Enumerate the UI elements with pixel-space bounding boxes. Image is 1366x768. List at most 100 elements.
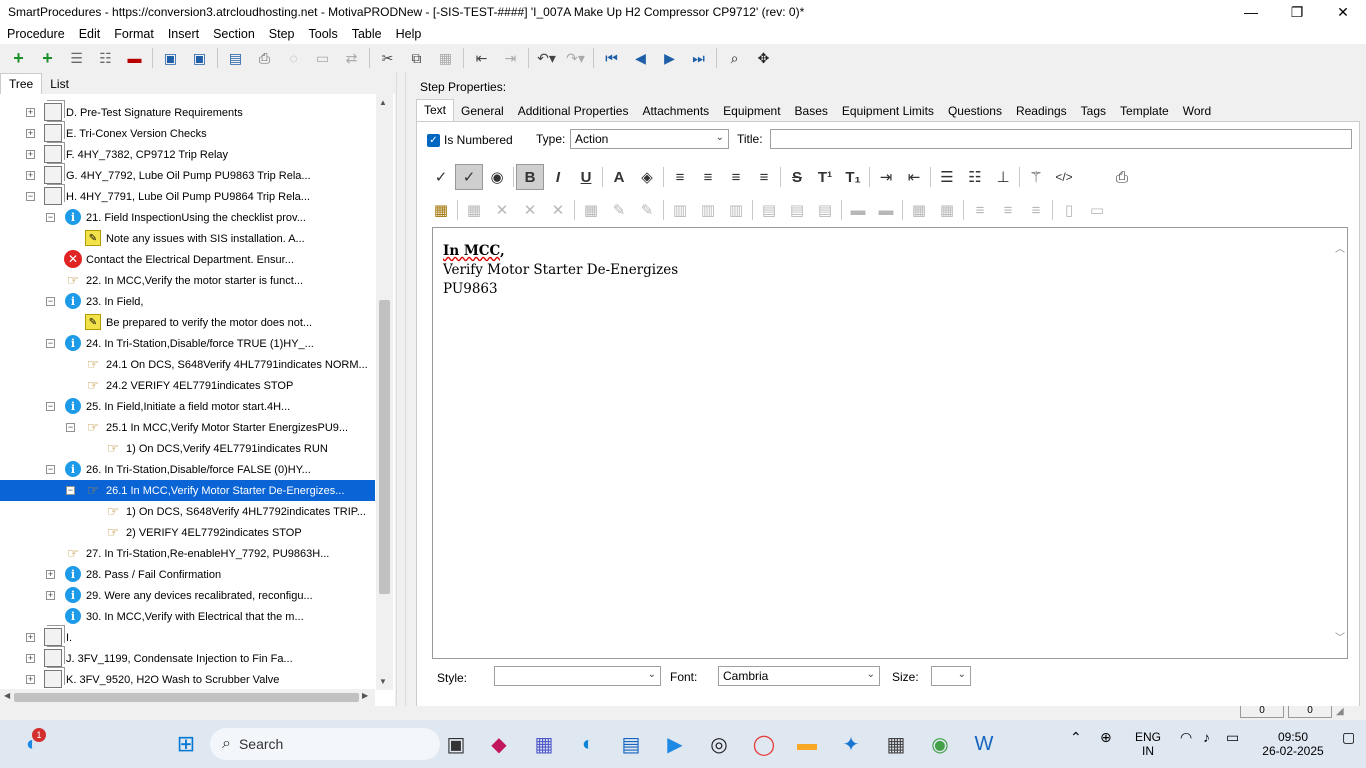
smartprocedures-icon[interactable]: ✦ bbox=[835, 728, 867, 760]
task-view-icon[interactable]: ▣ bbox=[440, 728, 472, 760]
increase-indent-icon[interactable]: ⇥ bbox=[872, 164, 900, 190]
cut-icon[interactable]: ✂ bbox=[373, 45, 402, 71]
tab-questions[interactable]: Questions bbox=[941, 101, 1009, 121]
copilot-icon[interactable]: ◆ bbox=[483, 728, 515, 760]
expand-icon[interactable]: + bbox=[26, 129, 35, 138]
close-button[interactable]: ✕ bbox=[1320, 0, 1366, 24]
bold-icon[interactable]: B bbox=[516, 164, 544, 190]
language-indicator[interactable]: ENG IN bbox=[1135, 730, 1161, 758]
menu-format[interactable]: Format bbox=[107, 27, 161, 41]
tab-list[interactable]: List bbox=[42, 74, 77, 94]
tab-text[interactable]: Text bbox=[416, 99, 455, 121]
step-text-editor[interactable]: In MCC, Verify Motor Starter De-Energize… bbox=[432, 227, 1348, 659]
collapse-icon[interactable]: − bbox=[46, 465, 55, 474]
font-select[interactable]: Cambria ⌄ bbox=[718, 666, 880, 686]
scroll-left-icon[interactable]: ◀ bbox=[4, 691, 10, 700]
subscript-icon[interactable]: T₁ bbox=[839, 164, 867, 190]
calculator-icon[interactable]: ▦ bbox=[880, 728, 912, 760]
tab-general[interactable]: General bbox=[454, 101, 511, 121]
save-all-icon[interactable]: ▣ bbox=[156, 45, 185, 71]
spellcheck-icon[interactable]: ✓ bbox=[427, 164, 455, 190]
minimize-button[interactable]: — bbox=[1228, 0, 1274, 24]
tab-word[interactable]: Word bbox=[1176, 101, 1218, 121]
windows-start-icon[interactable]: ⊞ bbox=[170, 728, 202, 760]
word-icon[interactable]: W bbox=[968, 728, 1000, 760]
chevron-down-icon[interactable]: ﹀ bbox=[1335, 629, 1345, 648]
collapse-icon[interactable]: − bbox=[66, 486, 75, 495]
previous-icon[interactable]: ◀ bbox=[626, 45, 655, 71]
volume-icon[interactable]: ♪ bbox=[1203, 730, 1210, 744]
collapse-icon[interactable]: − bbox=[46, 213, 55, 222]
tree-item[interactable]: + E. Tri-Conex Version Checks bbox=[0, 123, 375, 144]
list-detail-icon[interactable]: ☷ bbox=[91, 45, 120, 71]
tree-item[interactable]: − i 24. In Tri-Station,Disable/force TRUE … bbox=[0, 333, 375, 354]
tree-item[interactable]: i 30. In MCC,Verify with Electrical that … bbox=[0, 606, 375, 627]
size-select[interactable]: ⌄ bbox=[931, 666, 971, 686]
color-wheel-icon[interactable]: ◉ bbox=[483, 164, 511, 190]
export-icon[interactable]: ▤ bbox=[221, 45, 250, 71]
menu-tools[interactable]: Tools bbox=[302, 27, 345, 41]
expand-icon[interactable]: + bbox=[26, 150, 35, 159]
collapse-icon[interactable]: − bbox=[46, 297, 55, 306]
last-icon[interactable]: ⏭ bbox=[684, 45, 713, 71]
tree-item[interactable]: ☞ 22. In MCC,Verify the motor starter is … bbox=[0, 270, 375, 291]
insert-table-icon[interactable]: ▦ bbox=[427, 197, 455, 223]
menu-table[interactable]: Table bbox=[345, 27, 389, 41]
tab-additional-properties[interactable]: Additional Properties bbox=[511, 101, 636, 121]
outdent-icon[interactable]: ⇤ bbox=[467, 45, 496, 71]
network-share-icon[interactable]: ⊕ bbox=[1100, 730, 1112, 744]
store-icon[interactable]: ▤ bbox=[615, 728, 647, 760]
tab-equipment[interactable]: Equipment bbox=[716, 101, 787, 121]
opera-icon[interactable]: ◯ bbox=[748, 728, 780, 760]
italic-icon[interactable]: I bbox=[544, 164, 572, 190]
tree-item[interactable]: − H. 4HY_7791, Lube Oil Pump PU9864 Trip … bbox=[0, 186, 375, 207]
tab-tree[interactable]: Tree bbox=[0, 73, 43, 94]
expand-icon[interactable]: + bbox=[26, 675, 35, 684]
tree-item[interactable]: ☞ 24.1 On DCS, S648Verify 4HL7791indicate… bbox=[0, 354, 375, 375]
bullet-list-icon[interactable]: ☰ bbox=[933, 164, 961, 190]
taskbar-search[interactable]: ⌕ Search bbox=[210, 728, 440, 760]
tree-item[interactable]: + F. 4HY_7382, CP9712 Trip Relay bbox=[0, 144, 375, 165]
save-icon[interactable]: ▣ bbox=[185, 45, 214, 71]
notifications-icon[interactable]: ▢ bbox=[1342, 730, 1355, 744]
style-select[interactable]: ⌄ bbox=[494, 666, 661, 686]
underline-icon[interactable]: U bbox=[572, 164, 600, 190]
tree-item[interactable]: + I. bbox=[0, 627, 375, 648]
list-icon[interactable]: ☰ bbox=[62, 45, 91, 71]
tree-item[interactable]: + D. Pre-Test Signature Requirements bbox=[0, 102, 375, 123]
tab-attachments[interactable]: Attachments bbox=[635, 101, 716, 121]
font-color-icon[interactable]: A bbox=[605, 164, 633, 190]
next-icon[interactable]: ▶ bbox=[655, 45, 684, 71]
superscript-icon[interactable]: T¹ bbox=[811, 164, 839, 190]
tree-item[interactable]: ☞ 24.2 VERIFY 4EL7791indicates STOP bbox=[0, 375, 375, 396]
tree-item[interactable]: − i 21. Field InspectionUsing the checklis… bbox=[0, 207, 375, 228]
file-explorer-icon[interactable]: ▬ bbox=[791, 728, 823, 760]
decrease-indent-icon[interactable]: ⇤ bbox=[900, 164, 928, 190]
highlight-icon[interactable]: ◈ bbox=[633, 164, 661, 190]
remove-icon[interactable]: ▬ bbox=[120, 45, 149, 71]
scroll-thumb[interactable] bbox=[379, 300, 390, 594]
menu-edit[interactable]: Edit bbox=[72, 27, 108, 41]
move-icon[interactable]: ✥ bbox=[749, 45, 778, 71]
scroll-right-icon[interactable]: ▶ bbox=[362, 691, 368, 700]
edge-icon[interactable]: ◐ bbox=[572, 728, 604, 760]
copy-icon[interactable]: ⧉ bbox=[402, 45, 431, 71]
menu-section[interactable]: Section bbox=[206, 27, 262, 41]
collapse-icon[interactable]: − bbox=[46, 339, 55, 348]
tab-tags[interactable]: Tags bbox=[1074, 101, 1113, 121]
scroll-up-icon[interactable]: ▲ bbox=[379, 98, 387, 107]
justify-icon[interactable]: ≡ bbox=[750, 164, 778, 190]
align-right-icon[interactable]: ≡ bbox=[722, 164, 750, 190]
battery-icon[interactable]: ▭ bbox=[1226, 730, 1239, 744]
tray-chevron-up-icon[interactable]: ⌃ bbox=[1070, 730, 1082, 744]
tree-item[interactable]: + J. 3FV_1199, Condensate Injection to Fi… bbox=[0, 648, 375, 669]
tree-item[interactable]: ☞ 27. In Tri-Station,Re-enableHY_7792, PU… bbox=[0, 543, 375, 564]
panel-splitter[interactable] bbox=[396, 72, 406, 708]
find-icon[interactable]: ⌕ bbox=[720, 45, 749, 71]
scroll-down-icon[interactable]: ▼ bbox=[379, 677, 387, 686]
tree-horizontal-scrollbar[interactable]: ◀ ▶ bbox=[0, 689, 375, 706]
clock[interactable]: 09:50 26-02-2025 bbox=[1258, 730, 1328, 758]
app-icon[interactable]: ▶ bbox=[659, 728, 691, 760]
html-source-icon[interactable]: </> bbox=[1050, 164, 1078, 190]
tab-template[interactable]: Template bbox=[1113, 101, 1176, 121]
